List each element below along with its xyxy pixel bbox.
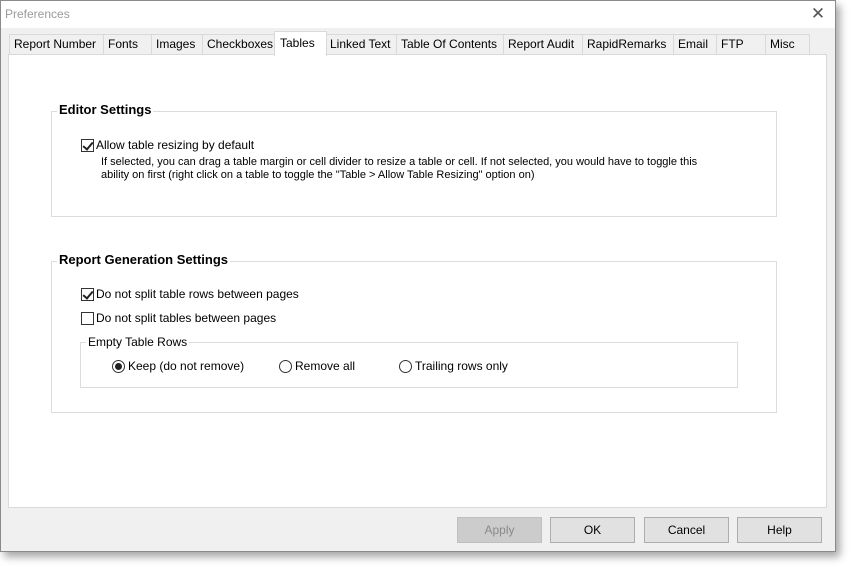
tab-fonts[interactable]: Fonts	[103, 34, 152, 54]
tab-checkboxes[interactable]: Checkboxes	[202, 34, 276, 54]
empty-table-rows-title: Empty Table Rows	[86, 335, 190, 349]
cancel-button[interactable]: Cancel	[644, 517, 729, 543]
radio-trailing-only-label[interactable]: Trailing rows only	[415, 359, 508, 373]
editor-settings-title: Editor Settings	[57, 102, 154, 117]
no-split-rows-label[interactable]: Do not split table rows between pages	[96, 287, 299, 301]
ok-button[interactable]: OK	[550, 517, 635, 543]
report-generation-title: Report Generation Settings	[57, 252, 231, 267]
tab-rapidremarks[interactable]: RapidRemarks	[582, 34, 674, 54]
radio-remove-all[interactable]	[279, 360, 292, 373]
allow-resize-description-2: ability on first (right click on a table…	[101, 169, 535, 181]
tab-tables[interactable]: Tables	[274, 31, 327, 56]
report-generation-group: Report Generation Settings Do not split …	[51, 252, 777, 413]
radio-keep[interactable]	[112, 360, 125, 373]
radio-remove-all-label[interactable]: Remove all	[295, 359, 355, 373]
allow-resize-label[interactable]: Allow table resizing by default	[96, 138, 254, 152]
tab-ftp[interactable]: FTP	[716, 34, 766, 54]
window-title: Preferences	[5, 7, 70, 21]
allow-resize-checkbox[interactable]	[81, 139, 94, 152]
allow-resize-description-1: If selected, you can drag a table margin…	[101, 156, 698, 168]
editor-settings-group: Editor Settings Allow table resizing by …	[51, 102, 777, 217]
tab-linked-text[interactable]: Linked Text	[325, 34, 397, 54]
radio-trailing-only[interactable]	[399, 360, 412, 373]
radio-keep-label[interactable]: Keep (do not remove)	[128, 359, 244, 373]
tab-email[interactable]: Email	[673, 34, 717, 54]
apply-button[interactable]: Apply	[457, 517, 542, 543]
no-split-tables-label[interactable]: Do not split tables between pages	[96, 311, 276, 325]
tab-report-audit[interactable]: Report Audit	[503, 34, 583, 54]
tab-misc[interactable]: Misc	[765, 34, 810, 54]
tables-panel: Editor Settings Allow table resizing by …	[8, 54, 827, 508]
tab-strip: Report Number Fonts Images Checkboxes Ta…	[9, 31, 810, 56]
close-button[interactable]: ✕	[809, 5, 827, 23]
no-split-rows-checkbox[interactable]	[81, 288, 94, 301]
help-button[interactable]: Help	[737, 517, 822, 543]
close-icon: ✕	[810, 4, 826, 23]
empty-table-rows-group: Empty Table Rows Keep (do not remove) Re…	[80, 335, 738, 388]
tab-report-number[interactable]: Report Number	[9, 34, 104, 54]
preferences-dialog: Preferences ✕ Report Number Fonts Images…	[0, 0, 836, 552]
title-bar: Preferences ✕	[1, 1, 835, 28]
tab-images[interactable]: Images	[151, 34, 203, 54]
no-split-tables-checkbox[interactable]	[81, 312, 94, 325]
tab-table-of-contents[interactable]: Table Of Contents	[396, 34, 504, 54]
